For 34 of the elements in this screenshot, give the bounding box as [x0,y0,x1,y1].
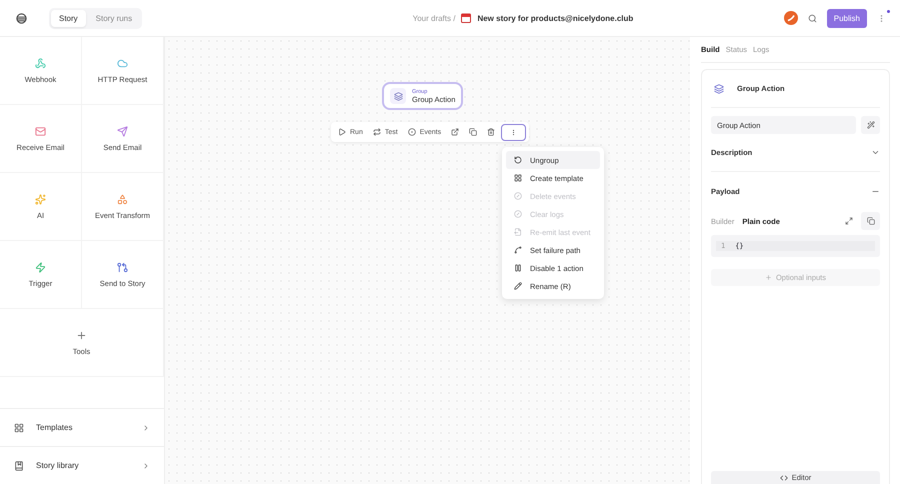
external-link-icon [451,128,460,136]
pause-icon [514,264,522,272]
story-title: New story for products@nicelydone.club [477,14,634,22]
plus-icon [764,274,772,281]
trash-icon [487,128,496,136]
magic-button[interactable] [861,116,880,134]
grid-icon [514,174,522,182]
pencil-icon [514,282,522,290]
path-icon [514,246,522,254]
grid-icon [14,422,24,432]
book-icon [14,460,24,470]
copy-icon [866,217,874,225]
circle-dot-icon [408,128,416,136]
circle-icon [514,192,522,200]
avatar-icon[interactable] [784,11,798,25]
chevron-right-icon [142,424,150,432]
publish-button[interactable]: Publish [826,8,867,28]
search-icon[interactable] [808,14,817,22]
play-icon [338,128,346,136]
file-icon [514,228,522,236]
chevron-right-icon [142,462,150,470]
more-button[interactable] [501,124,526,140]
repeat-icon [372,128,381,136]
plus-icon [76,330,87,340]
copy-button[interactable] [861,212,880,230]
code-icon [780,474,788,482]
expand-icon[interactable] [845,217,853,225]
circle-icon [514,210,522,218]
view-tab[interactable]: Story [51,10,86,26]
layers-icon [390,88,406,104]
wand-icon [866,121,874,129]
calendar-icon [461,13,472,23]
logo-icon [16,12,27,24]
copy-icon [469,128,478,136]
